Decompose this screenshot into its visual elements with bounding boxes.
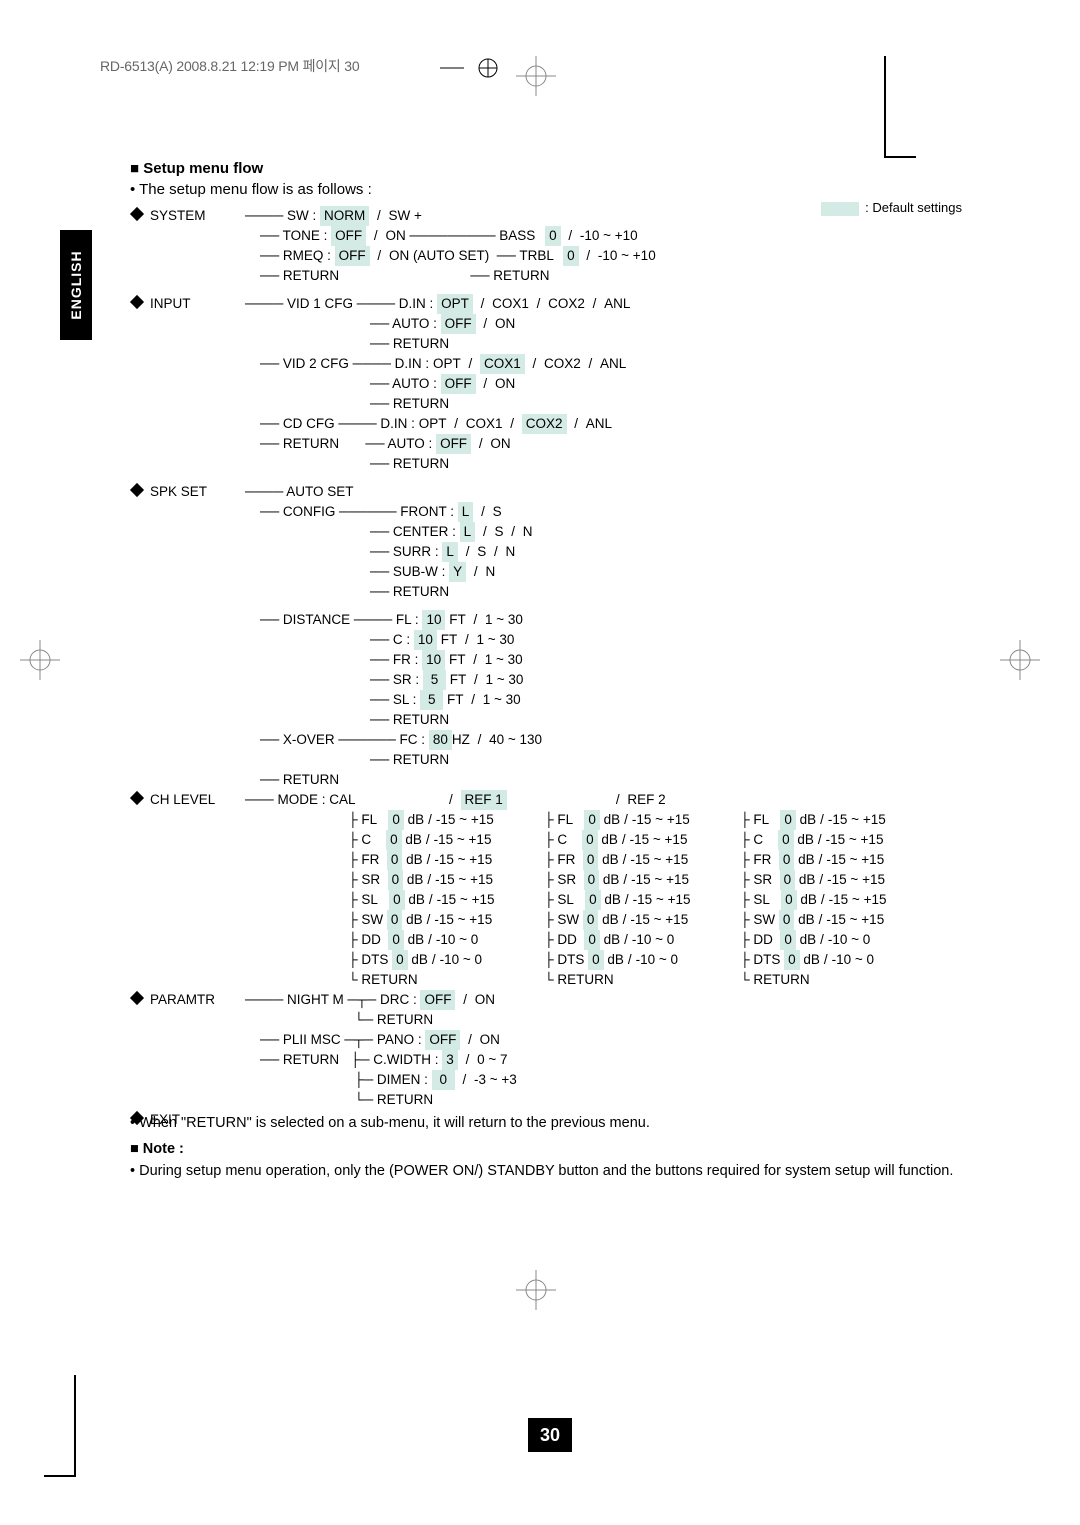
registration-mark-icon — [440, 58, 510, 78]
crosshair-icon — [516, 1270, 556, 1310]
section-title: ■ Setup menu flow — [130, 160, 970, 177]
system-label: SYSTEM — [150, 208, 206, 223]
chlevel-label: CH LEVEL — [150, 792, 215, 807]
spkset-label: SPK SET — [150, 484, 207, 499]
paramtr-label: PARAMTR — [150, 992, 215, 1007]
page-header: RD-6513(A) 2008.8.21 12:19 PM 페이지 30 — [100, 56, 359, 76]
crop-mark-icon — [44, 1375, 76, 1477]
language-tab: ENGLISH — [60, 230, 92, 340]
page-number: 30 — [528, 1418, 572, 1452]
crosshair-icon — [20, 640, 60, 680]
footnotes: • When "RETURN" is selected on a sub-men… — [130, 1112, 970, 1182]
intro-text: • The setup menu flow is as follows : — [130, 181, 970, 198]
crosshair-icon — [1000, 640, 1040, 680]
crop-mark-icon — [884, 56, 916, 158]
input-label: INPUT — [150, 296, 191, 311]
crosshair-icon — [516, 56, 556, 96]
